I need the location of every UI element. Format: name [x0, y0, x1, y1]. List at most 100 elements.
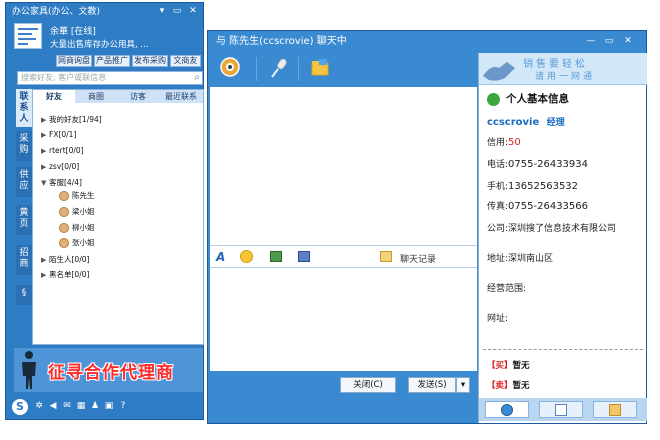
person-icon	[487, 92, 500, 106]
credit-row: 信用:50	[487, 135, 521, 148]
chat-minimize-button[interactable]: —	[585, 36, 597, 47]
main-menu-icon[interactable]: S	[12, 399, 28, 415]
side-tab-supply[interactable]: 供应	[16, 167, 32, 197]
message-icon[interactable]: ✉	[62, 401, 72, 411]
sound-icon[interactable]: ◀	[48, 401, 58, 411]
buy-row: 【买】暂无	[487, 359, 530, 371]
user-icon[interactable]: ♟	[90, 401, 100, 411]
help-icon[interactable]: ?	[118, 401, 128, 411]
credit-value: 50	[508, 137, 521, 148]
group-label: 黑名单[0/0]	[49, 270, 90, 279]
contact-info-panel: 销售要轻松 请用一网通 个人基本信息 ccscrovie 经理 信用:50 电话…	[478, 53, 647, 423]
search-input[interactable]: 搜索好友, 客户或联信息 ⌕	[17, 71, 203, 85]
fax-row: 传真:0755-26433566	[487, 199, 588, 212]
tab-recent[interactable]: 最近联系	[159, 90, 203, 103]
contact-group[interactable]: ▶ 我的好友[1/94]	[41, 114, 102, 125]
send-button[interactable]: 发送(S)	[408, 377, 456, 393]
list-item[interactable]: 柳小姐	[59, 222, 95, 233]
bottom-toolbar: S ✲ ◀ ✉ ▦ ♟ ▣ ?	[6, 396, 203, 418]
info-ad-banner[interactable]: 销售要轻松 请用一网通	[479, 53, 647, 85]
company-label: 公司:	[487, 224, 509, 234]
user-status[interactable]: 余華 [在线]	[50, 24, 96, 37]
contact-group[interactable]: ▶ zsv[0/0]	[41, 162, 79, 171]
website-row: 网址:	[487, 311, 508, 324]
side-tab-bar: 联系人 采购 供应 黄页 招商 §	[16, 89, 32, 319]
promotion-button[interactable]: 产品推广	[94, 55, 130, 67]
close-chat-button[interactable]: 关闭(C)	[340, 377, 396, 393]
friend-avatar-icon	[59, 207, 69, 217]
buy-value: 暂无	[512, 361, 530, 371]
friend-name: 张小姐	[72, 238, 95, 247]
scope-label: 经营范围:	[487, 284, 527, 294]
group-label: 客服[4/4]	[49, 178, 82, 187]
address-label: 地址:	[487, 254, 509, 264]
tab-globe[interactable]	[485, 401, 529, 418]
search-icon[interactable]: ⌕	[194, 72, 200, 84]
close-button[interactable]: ✕	[187, 6, 199, 17]
contact-tab-row: 好友 商圈 访客 最近联系	[33, 90, 203, 103]
list-item[interactable]: 陈先生	[59, 190, 95, 201]
sell-row: 【卖】暂无	[487, 379, 530, 391]
message-input[interactable]	[210, 267, 477, 371]
apps-icon[interactable]: ▦	[76, 401, 86, 411]
list-item[interactable]: 张小姐	[59, 237, 95, 248]
contact-group[interactable]: ▶ 陌生人[0/0]	[41, 254, 89, 265]
user-signature[interactable]: 大量出售库存办公用具, ...	[50, 38, 149, 50]
tab-business-circle[interactable]: 商圈	[75, 90, 117, 103]
side-tab-investment[interactable]: 招商	[16, 245, 32, 275]
chat-close-button[interactable]: ✕	[622, 36, 634, 47]
expand-arrow-icon: ▶	[41, 131, 47, 139]
expand-arrow-icon: ▶	[41, 271, 47, 279]
contact-group[interactable]: ▶ FX[0/1]	[41, 130, 76, 139]
phone-row: 电话:0755-26433934	[487, 157, 588, 170]
tab-box[interactable]	[593, 401, 637, 418]
contact-group[interactable]: ▶ rtert[0/0]	[41, 146, 84, 155]
settings-icon[interactable]: ✲	[34, 401, 44, 411]
avatar[interactable]	[14, 23, 42, 49]
video-call-icon[interactable]	[220, 57, 240, 77]
chat-history-button[interactable]: 聊天记录	[400, 252, 436, 265]
tab-document[interactable]	[539, 401, 583, 418]
contact-list-panel: 好友 商圈 访客 最近联系 ▶ 我的好友[1/94] ▶ FX[0/1] ▶ rter…	[32, 89, 204, 345]
image-icon[interactable]	[270, 251, 282, 262]
side-tab-contacts[interactable]: 联系人	[16, 89, 32, 127]
restore-button[interactable]: ▭	[171, 6, 183, 17]
contact-id: ccscrovie	[487, 117, 540, 128]
list-item[interactable]: 梁小姐	[59, 206, 95, 217]
tab-visitors[interactable]: 访客	[117, 90, 159, 103]
minimize-button[interactable]: ▾	[156, 6, 168, 17]
side-tab-more[interactable]: §	[16, 285, 32, 305]
emoji-icon[interactable]	[240, 250, 253, 263]
friend-avatar-icon	[59, 238, 69, 248]
chat-restore-button[interactable]: ▭	[603, 36, 615, 47]
search-placeholder: 搜索好友, 客户或联信息	[21, 73, 107, 82]
file-icon[interactable]: ▣	[104, 401, 114, 411]
message-history-area[interactable]	[210, 87, 477, 245]
banner-line-1: 销售要轻松	[523, 59, 588, 70]
side-tab-purchase[interactable]: 采购	[16, 131, 32, 161]
contact-window: 办公家具(办公、文教) ▾ ▭ ✕ 余華 [在线] 大量出售库存办公用具, ..…	[5, 2, 204, 420]
company-row: 公司:深圳搜了信息技术有限公司	[487, 221, 616, 234]
tab-friends[interactable]: 好友	[33, 90, 75, 103]
globe-icon	[501, 404, 513, 416]
font-icon[interactable]: A	[216, 250, 225, 264]
folder-icon[interactable]	[310, 57, 330, 77]
ad-banner[interactable]: 征寻合作代理商	[14, 348, 203, 392]
friend-name: 柳小姐	[72, 223, 95, 232]
chat-window-title: 与 陈先生(ccscrovie) 聊天中	[216, 36, 347, 47]
user-profile: 余華 [在线] 大量出售库存办公用具, ...	[6, 21, 203, 53]
company-value: 深圳搜了信息技术有限公司	[508, 224, 617, 234]
contact-group-expanded[interactable]: ▼ 客服[4/4]	[41, 177, 82, 188]
send-options-chevron-down-icon[interactable]: ▾	[456, 377, 470, 393]
contact-group[interactable]: ▶ 黑名单[0/0]	[41, 269, 89, 280]
screenshot-icon[interactable]	[298, 251, 310, 262]
collapse-arrow-icon: ▼	[41, 179, 47, 187]
purchase-button[interactable]: 发布采购	[132, 55, 168, 67]
fax-value: 0755-26433566	[508, 201, 589, 212]
inquiry-button[interactable]: 网商询盘	[56, 55, 92, 67]
group-label: 我的好友[1/94]	[49, 115, 102, 124]
microphone-icon[interactable]	[268, 57, 288, 79]
group-label: 陌生人[0/0]	[49, 255, 90, 264]
business-friend-button[interactable]: 文商友	[170, 55, 201, 67]
side-tab-yellowpages[interactable]: 黄页	[16, 205, 32, 235]
